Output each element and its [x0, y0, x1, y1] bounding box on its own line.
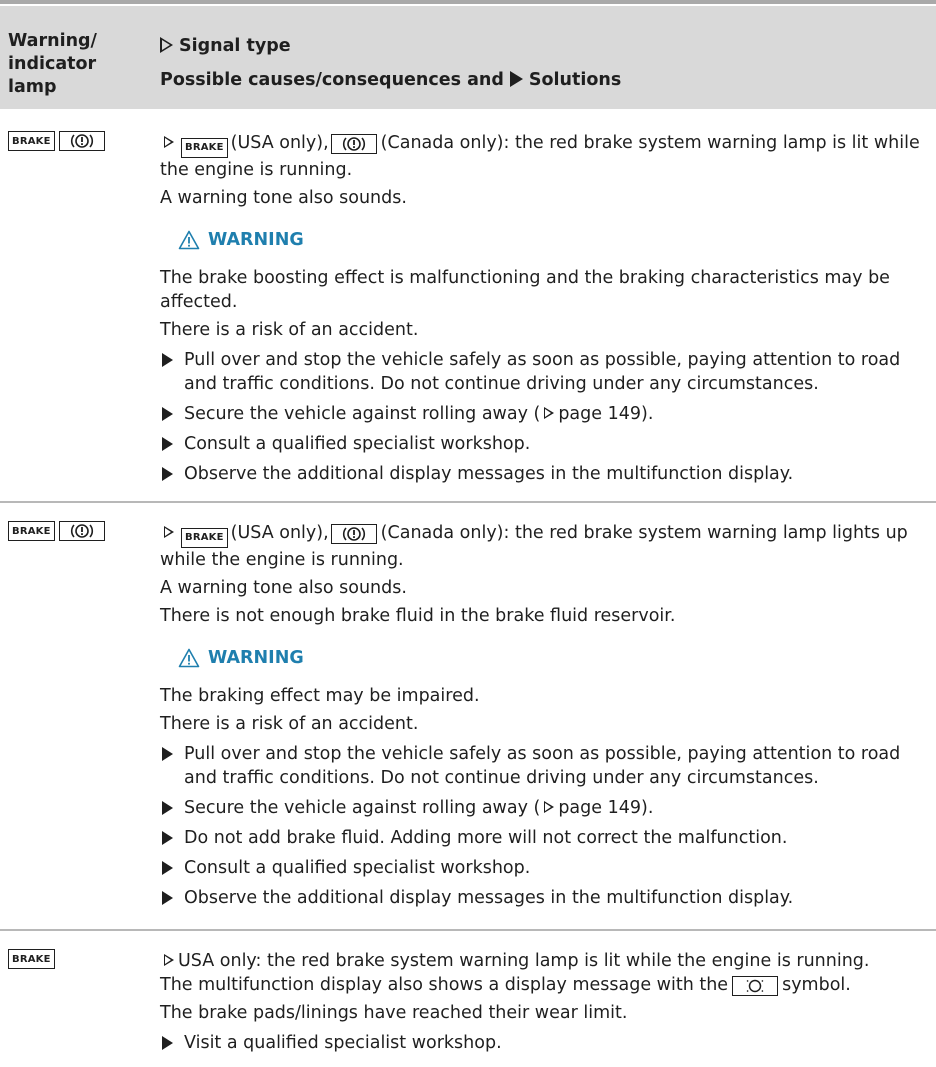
list-item: Do not add brake fluid. Adding more will…: [160, 826, 924, 850]
tone-text: A warning tone also sounds.: [160, 188, 407, 208]
warning-text: The brake boosting effect is malfunction…: [160, 268, 890, 312]
step-arrow-icon: [162, 801, 173, 815]
lamp-symbols: BRAKE: [8, 131, 105, 155]
open-triangle-icon: [544, 407, 555, 419]
list-item: Consult a qualified specialist workshop.: [160, 432, 924, 456]
display-text: The multifunction display also shows a d…: [160, 975, 851, 996]
solid-triangle-icon: [509, 71, 523, 87]
header-causes: Possible causes/consequences and: [160, 70, 504, 90]
list-item: Secure the vehicle against rolling away …: [160, 402, 924, 426]
brake-lamp-icon: BRAKE: [181, 138, 228, 158]
open-triangle-icon: [544, 801, 555, 813]
brake-circle-exclamation-icon: [58, 131, 105, 151]
open-triangle-icon: [164, 526, 174, 538]
brake-circle-exclamation-icon: [58, 521, 105, 541]
page-link[interactable]: page 149).: [558, 798, 653, 818]
list-item: Pull over and stop the vehicle safely as…: [160, 348, 924, 396]
header-lamp-column: Warning/ indicator lamp: [8, 31, 97, 97]
table-header: Warning/ indicator lamp Signal type Poss…: [0, 6, 936, 109]
brake-lamp-icon: BRAKE: [8, 521, 55, 541]
warning-triangle-icon: [178, 648, 200, 668]
risk-text: There is a risk of an accident.: [160, 714, 419, 734]
pads-text: The brake pads/linings have reached thei…: [160, 1003, 628, 1023]
list-item: Observe the additional display messages …: [160, 886, 924, 910]
list-item: Visit a qualified specialist workshop.: [160, 1031, 924, 1055]
brake-lamp-icon: BRAKE: [8, 131, 55, 151]
step-arrow-icon: [162, 831, 173, 845]
warning-triangle-icon: [178, 230, 200, 250]
risk-text: There is a risk of an accident.: [160, 320, 419, 340]
step-arrow-icon: [162, 467, 173, 481]
row-content: BRAKE (USA only), (Canada only): the red b…: [160, 521, 924, 910]
list-item: Pull over and stop the vehicle safely as…: [160, 742, 924, 790]
signal-text: BRAKE (USA only), (Canada only): the red b…: [160, 523, 908, 570]
row-content: USA only: the red brake system warning l…: [160, 949, 924, 1055]
step-arrow-icon: [162, 861, 173, 875]
warning-heading: WARNING: [178, 646, 924, 670]
list-item: Secure the vehicle against rolling away …: [160, 796, 924, 820]
brake-lamp-icon: BRAKE: [181, 528, 228, 548]
brake-circle-exclamation-icon: [330, 524, 377, 544]
list-item: Observe the additional display messages …: [160, 462, 924, 486]
step-arrow-icon: [162, 437, 173, 451]
step-arrow-icon: [162, 891, 173, 905]
lamp-symbols: BRAKE: [8, 949, 55, 973]
lamp-symbols: BRAKE: [8, 521, 105, 545]
list-item: Consult a qualified specialist workshop.: [160, 856, 924, 880]
brake-lamp-icon: BRAKE: [8, 949, 55, 969]
header-solutions: Solutions: [528, 70, 622, 90]
step-arrow-icon: [162, 407, 173, 421]
warning-heading: WARNING: [178, 228, 924, 252]
signal-text: BRAKE (USA only), (Canada only): the red b…: [160, 133, 920, 180]
step-arrow-icon: [162, 1036, 173, 1050]
header-signal-type: Signal type: [179, 36, 291, 56]
open-triangle-icon: [164, 136, 174, 148]
fluid-text: There is not enough brake fluid in the b…: [160, 606, 676, 626]
tone-text: A warning tone also sounds.: [160, 578, 407, 598]
warning-label: WARNING: [208, 230, 304, 250]
brake-circle-exclamation-icon: [330, 134, 377, 154]
open-triangle-icon: [164, 954, 174, 966]
top-rule: [0, 0, 936, 4]
header-signal-column: Signal type Possible causes/consequences…: [160, 29, 920, 97]
open-triangle-icon: [160, 37, 173, 53]
row-divider: [0, 501, 936, 503]
page-link[interactable]: page 149).: [558, 404, 653, 424]
signal-text: USA only: the red brake system warning l…: [160, 949, 924, 973]
row-content: BRAKE (USA only), (Canada only): the red b…: [160, 131, 924, 486]
warning-text: The braking effect may be impaired.: [160, 686, 480, 706]
warning-label: WARNING: [208, 648, 304, 668]
brake-pad-wear-icon: [732, 976, 779, 996]
row-divider: [0, 929, 936, 931]
step-arrow-icon: [162, 353, 173, 367]
step-arrow-icon: [162, 747, 173, 761]
